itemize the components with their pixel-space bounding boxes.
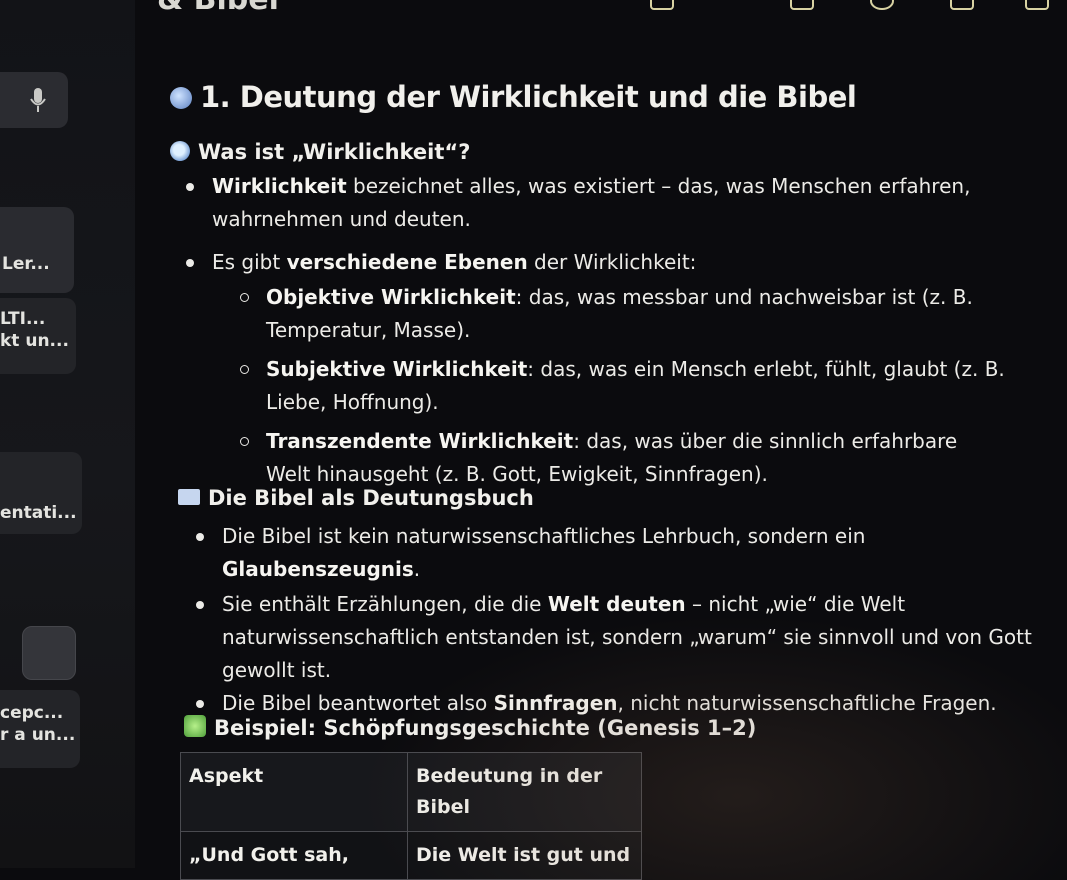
puzzle-icon	[184, 715, 206, 737]
table-cell: Die Welt ist gut und	[407, 831, 642, 880]
sidebar-chat-item-label: LTI...	[0, 309, 46, 329]
list-item-text: , nicht naturwissenschaftliche Fragen.	[617, 691, 997, 715]
list-item: Die Bibel ist kein naturwissenschaftlich…	[196, 520, 1042, 586]
list-item-text: Die Bibel ist kein naturwissenschaftlich…	[222, 524, 866, 548]
bold-term: Subjektive Wirklichkeit	[266, 357, 528, 381]
bold-term: verschiedene Ebenen	[286, 250, 528, 274]
section-heading-beispiel: Beispiel: Schöpfungsgeschichte (Genesis …	[184, 715, 756, 740]
sidebar-chat-item-1[interactable]: Ler...	[0, 207, 74, 293]
wirklichkeit-list: Wirklichkeit bezeichnet alles, was exist…	[186, 170, 1012, 279]
sidebar-chat-item-label: entati...	[0, 503, 77, 523]
globe-icon	[170, 87, 192, 109]
section-heading-text: Die Bibel als Deutungsbuch	[208, 486, 534, 510]
sidebar-chat-item-sublabel: kt un...	[0, 331, 69, 351]
microphone-icon	[30, 88, 46, 112]
table-header-cell: Bedeutung in der Bibel	[407, 752, 642, 832]
toolbar-icon[interactable]	[1025, 0, 1049, 10]
sidebar-thumbnail[interactable]	[22, 626, 76, 680]
list-item-text: .	[413, 557, 421, 581]
page-title-text: 1. Deutung der Wirklichkeit und die Bibe…	[200, 80, 857, 114]
bold-term: Wirklichkeit	[212, 174, 347, 198]
bold-term: Transzendente Wirklichkeit	[266, 429, 574, 453]
table-cell: „Und Gott sah,	[180, 831, 408, 880]
list-item: Sie enthält Erzählungen, die die Welt de…	[196, 588, 1042, 687]
sidebar-chat-item-label: cepc...	[0, 703, 64, 723]
toolbar-icon[interactable]	[650, 0, 674, 10]
section-heading-bibel: Die Bibel als Deutungsbuch	[178, 486, 534, 510]
bold-term: Welt deuten	[547, 592, 686, 616]
section-heading-text: Beispiel: Schöpfungsgeschichte (Genesis …	[214, 716, 757, 740]
sidebar-chat-item-2[interactable]: LTI... kt un...	[0, 298, 76, 374]
sidebar-chat-item-sublabel: r a un...	[0, 725, 76, 745]
sub-list-item: Transzendente Wirklichkeit: das, was übe…	[240, 425, 1006, 491]
list-item-text: der Wirklichkeit:	[527, 250, 697, 274]
bold-term: Glaubenszeugnis	[222, 557, 414, 581]
list-item: Wirklichkeit bezeichnet alles, was exist…	[186, 170, 1012, 236]
list-item-text: Die Bibel beantwortet also	[222, 691, 494, 715]
list-item-text: Es gibt	[212, 250, 287, 274]
section-heading-text: Was ist „Wirklichkeit“?	[198, 140, 471, 164]
magnifier-icon	[170, 141, 190, 161]
sidebar-chat-item-4[interactable]: cepc... r a un...	[0, 690, 80, 768]
wirklichkeit-sublist: Objektive Wirklichkeit: das, was messbar…	[240, 281, 1006, 491]
table-header-row: Aspekt Bedeutung in der Bibel	[180, 752, 642, 832]
page-title: 1. Deutung der Wirklichkeit und die Bibe…	[170, 80, 857, 114]
toolbar-icon[interactable]	[950, 0, 974, 10]
bold-term: Sinnfragen	[493, 691, 618, 715]
sidebar: Ler... LTI... kt un... entati... cepc...…	[0, 0, 135, 868]
sub-list-item: Subjektive Wirklichkeit: das, was ein Me…	[240, 353, 1006, 419]
book-icon	[178, 489, 200, 505]
sidebar-chat-item-3[interactable]: entati...	[0, 452, 82, 534]
toolbar-icon[interactable]	[870, 0, 894, 10]
table-row: „Und Gott sah, Die Welt ist gut und	[180, 831, 642, 880]
microphone-button[interactable]	[0, 72, 68, 128]
toolbar-icon[interactable]	[790, 0, 814, 10]
comparison-table: Aspekt Bedeutung in der Bibel „Und Gott …	[180, 752, 642, 880]
section-heading-wirklichkeit: Was ist „Wirklichkeit“?	[170, 140, 470, 164]
sub-list-item: Objektive Wirklichkeit: das, was messbar…	[240, 281, 1006, 347]
list-item-text: Sie enthält Erzählungen, die die	[222, 592, 548, 616]
bibel-list: Die Bibel ist kein naturwissenschaftlich…	[196, 520, 1042, 720]
bold-term: Objektive Wirklichkeit	[266, 285, 516, 309]
sidebar-chat-item-label: Ler...	[2, 254, 50, 274]
previous-heading: & Bibel	[157, 0, 279, 17]
list-item: Es gibt verschiedene Ebenen der Wirklich…	[186, 246, 1012, 279]
table-header-cell: Aspekt	[180, 752, 408, 832]
